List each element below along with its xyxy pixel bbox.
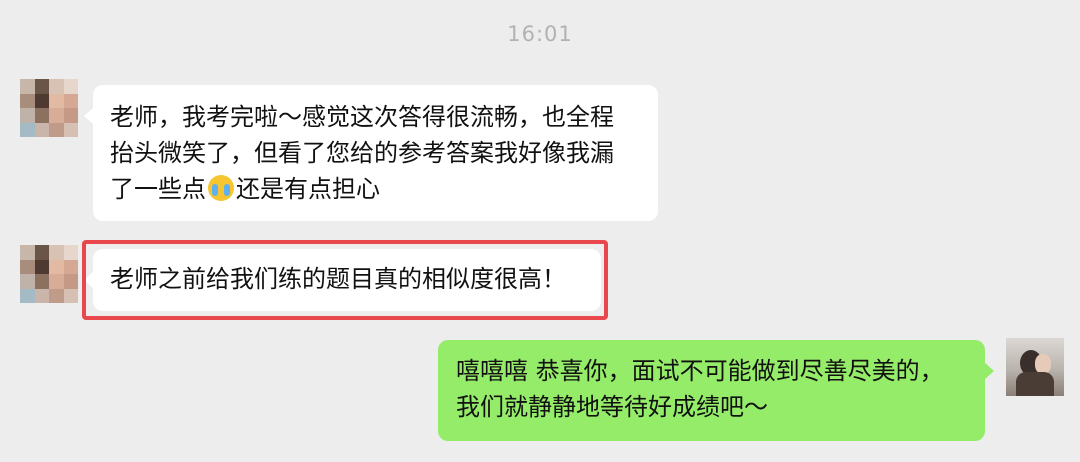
red-highlight-box bbox=[82, 240, 608, 320]
message-text-line: 嘻嘻嘻 恭喜你，面试不可能做到尽善尽美的， bbox=[456, 357, 944, 385]
bubble-tail bbox=[984, 362, 994, 380]
message-text-line: 抬头微笑了，但看了您给的参考答案我好像我漏 bbox=[110, 139, 614, 167]
my-avatar[interactable] bbox=[1006, 338, 1064, 396]
message-timestamp: 16:01 bbox=[507, 22, 573, 46]
bubble-tail bbox=[84, 107, 94, 125]
outgoing-message-bubble[interactable]: 嘻嘻嘻 恭喜你，面试不可能做到尽善尽美的， 我们就静静地等待好成绩吧～ bbox=[438, 340, 994, 441]
crying-face-icon bbox=[208, 175, 234, 201]
message-text-line: 老师，我考完啦～感觉这次答得很流畅，也全程 bbox=[110, 103, 614, 131]
message-text-line: 我们就静静地等待好成绩吧～ bbox=[456, 393, 768, 421]
contact-avatar[interactable] bbox=[20, 245, 78, 303]
incoming-message-bubble[interactable]: 老师，我考完啦～感觉这次答得很流畅，也全程 抬头微笑了，但看了您给的参考答案我好… bbox=[84, 85, 658, 221]
message-text-line: 了一些点 还是有点担心 bbox=[110, 175, 380, 203]
contact-avatar[interactable] bbox=[20, 79, 78, 137]
